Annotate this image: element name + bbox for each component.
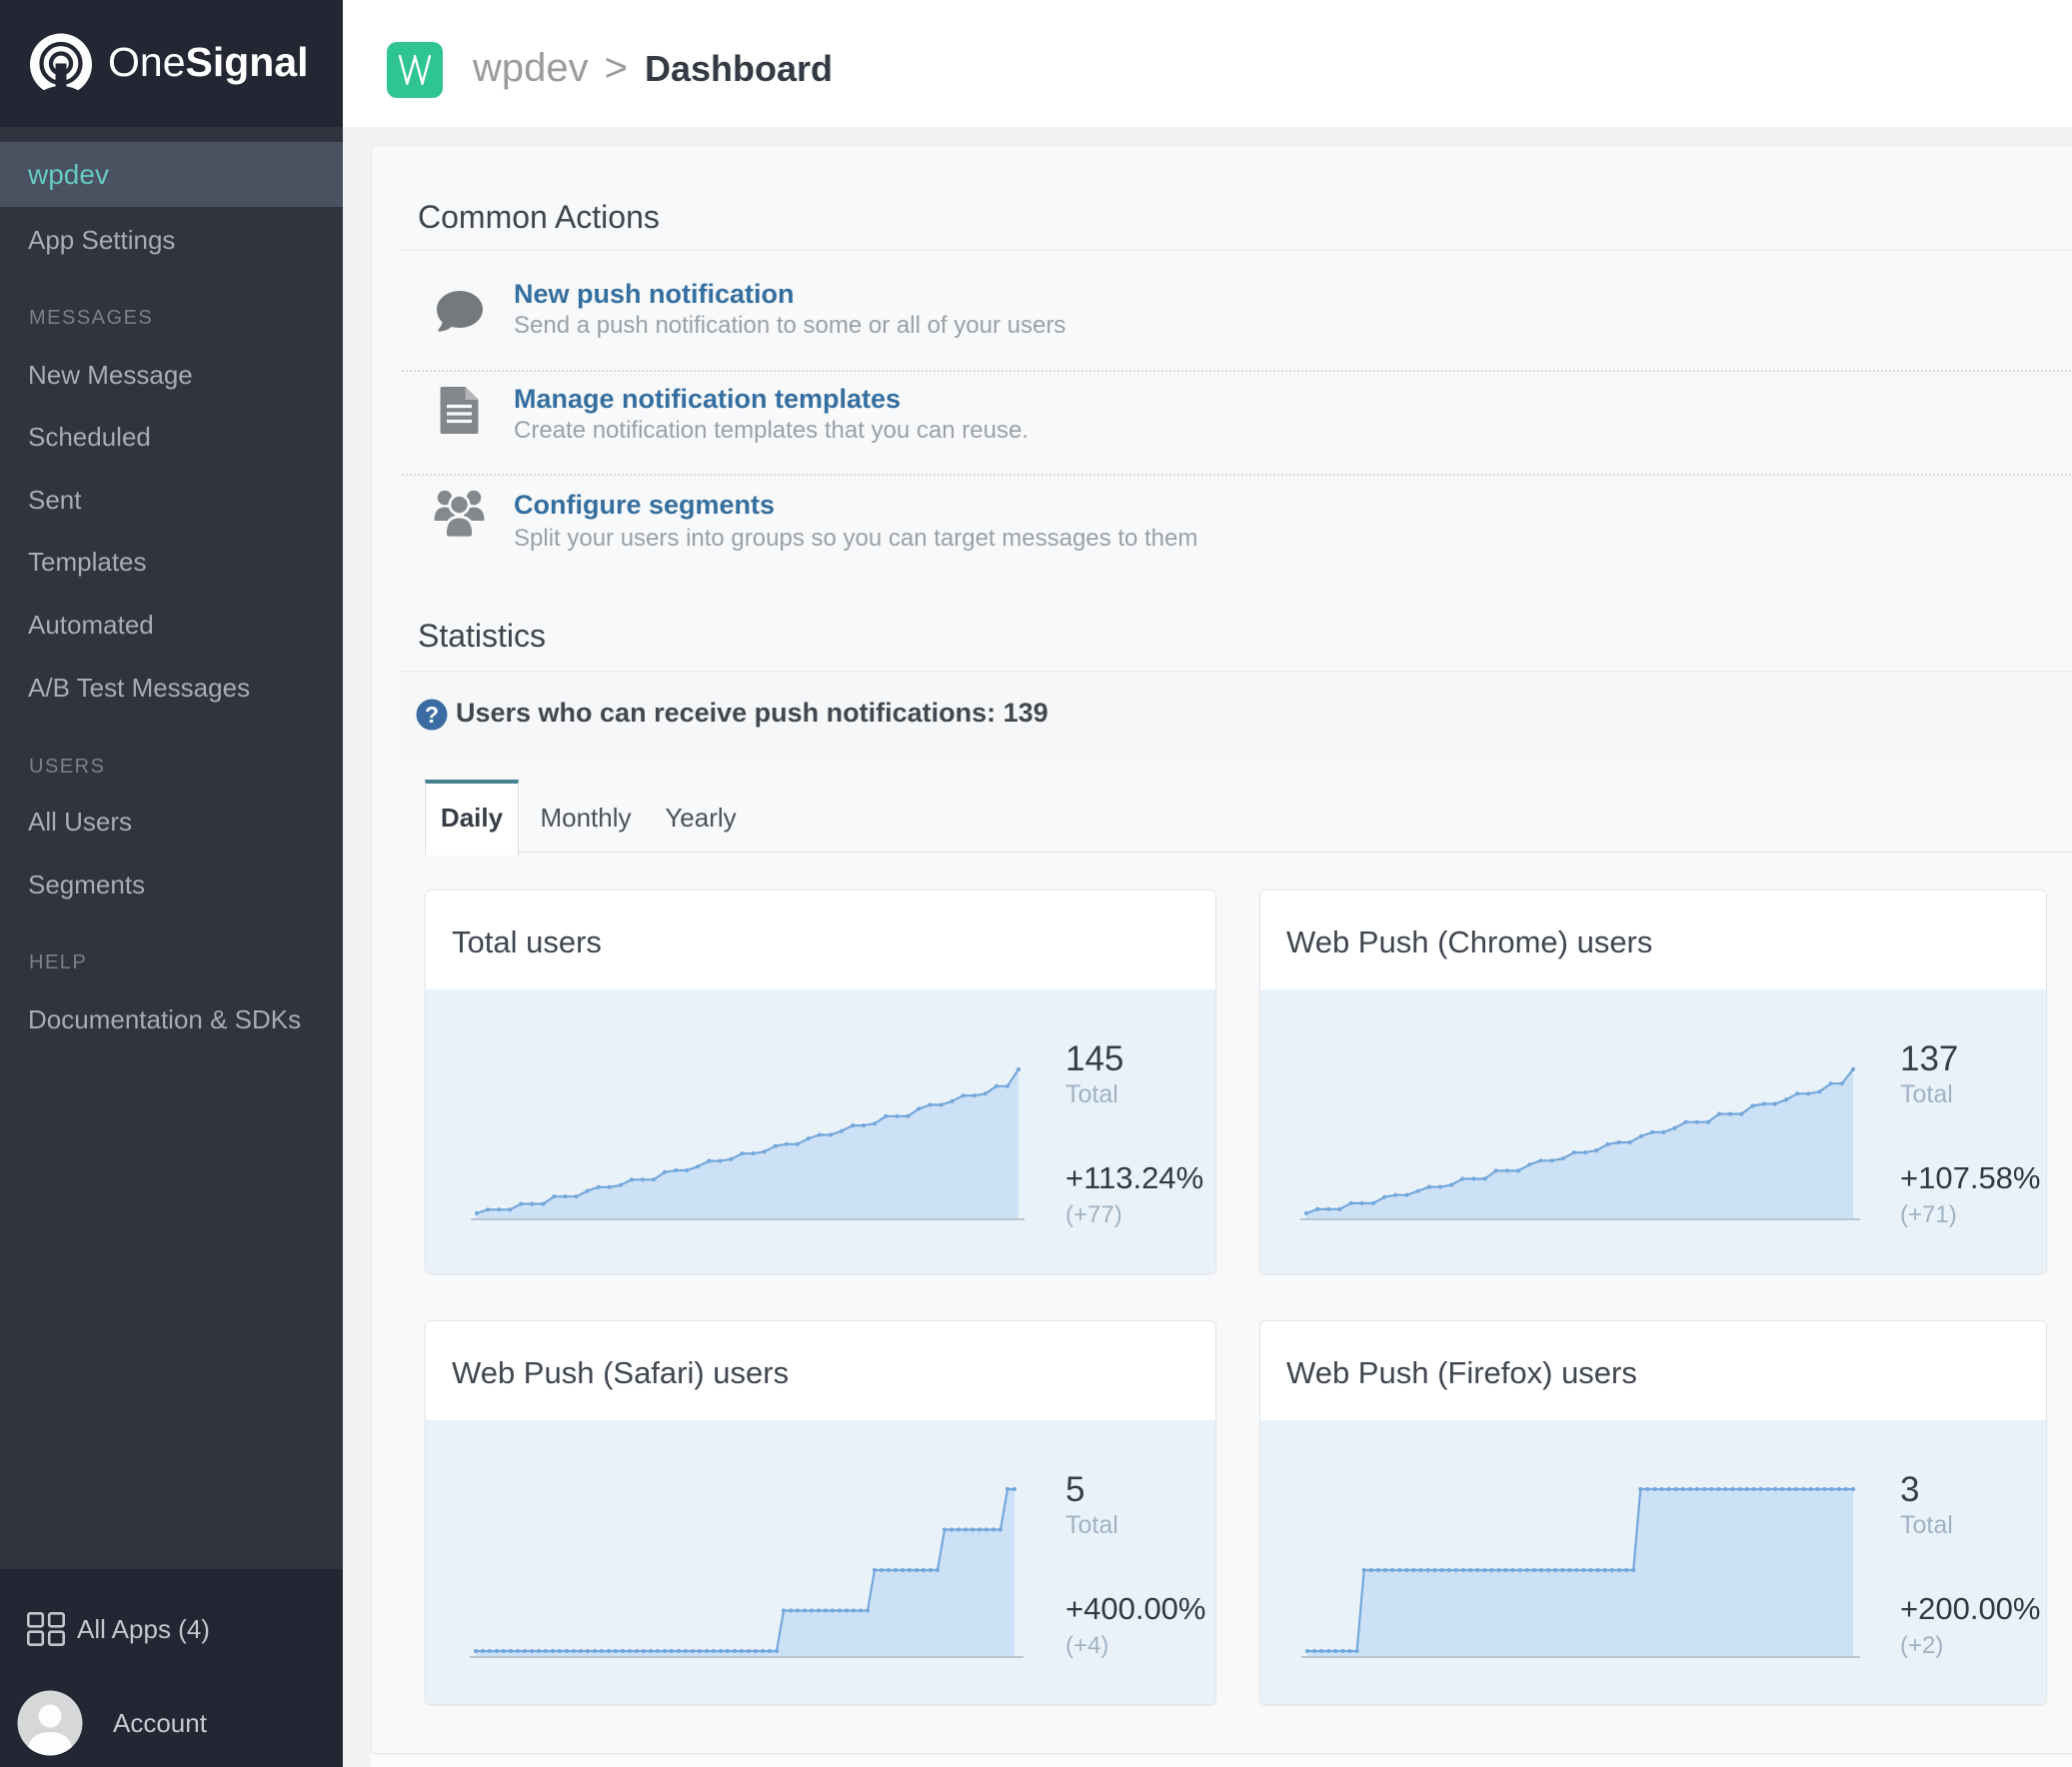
svg-text:?: ?: [425, 702, 439, 728]
